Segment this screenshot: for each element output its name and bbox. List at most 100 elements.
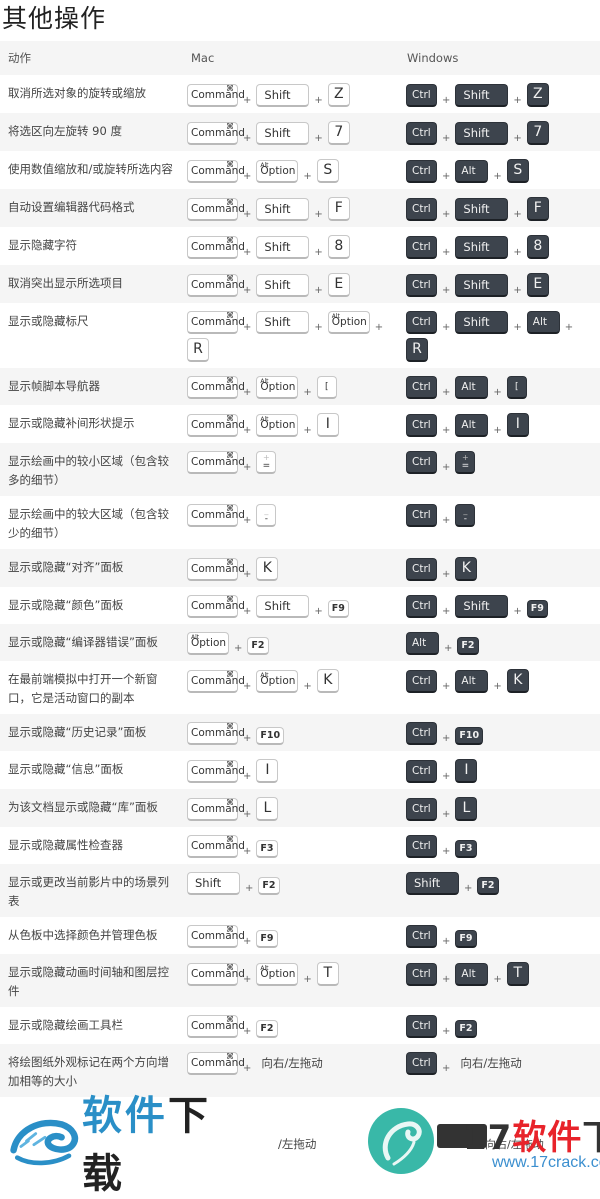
key-ctrl: Ctrl bbox=[406, 84, 437, 107]
key-label: Ctrl bbox=[412, 202, 431, 215]
mac-cell: ⌘ Command + Shift + E bbox=[183, 265, 399, 303]
command-icon: ⌘ bbox=[226, 798, 234, 807]
key-label: - bbox=[264, 514, 269, 524]
table-row: 显示或更改当前影片中的场景列表 Shift + F2 Shift + F2 bbox=[0, 864, 600, 917]
key-label: [ bbox=[325, 382, 329, 392]
key-ctrl: Ctrl bbox=[406, 274, 437, 297]
key-command: ⌘ Command bbox=[187, 558, 245, 581]
key-shift: Shift bbox=[455, 236, 509, 259]
win-shortcut: Ctrl + F10 bbox=[406, 722, 600, 745]
plus-separator: + bbox=[442, 95, 451, 106]
key-command: ⌘ Command bbox=[187, 1052, 245, 1075]
key-option: Alt Option bbox=[256, 414, 299, 437]
table-row: 使用数值缩放和/或旋转所选内容 ⌘ Command + Alt Option + S Ctrl +… bbox=[0, 151, 600, 189]
key-label: Ctrl bbox=[412, 164, 431, 177]
key-label: F2 bbox=[251, 640, 265, 651]
action-cell: 显示绘画中的较小区域（包含较多的细节） bbox=[8, 454, 169, 487]
key-ctrl: Ctrl bbox=[406, 595, 437, 618]
mac-cell: ⌘ Command + Alt Option + K bbox=[183, 661, 399, 714]
key-7: 7 bbox=[526, 121, 549, 145]
key-shift: Shift bbox=[256, 311, 310, 334]
key-label: Ctrl bbox=[412, 562, 431, 575]
key-command: ⌘ Command bbox=[187, 595, 245, 618]
key-label: Ctrl bbox=[412, 967, 431, 980]
table-row: 显示或隐藏补间形状提示 ⌘ Command + Alt Option + I Ctrl + Alt +… bbox=[0, 405, 600, 443]
win-shortcut: Ctrl + Alt + [ bbox=[406, 376, 600, 399]
key-command: ⌘ Command bbox=[187, 160, 245, 183]
win-shortcut: Ctrl + Shift + Alt + R bbox=[406, 311, 600, 362]
plus-separator: + bbox=[513, 133, 522, 144]
key-ctrl: Ctrl bbox=[406, 160, 437, 183]
key-label: Alt bbox=[461, 164, 476, 177]
watermark-right-number: 17 bbox=[463, 1118, 513, 1158]
key-r: R bbox=[187, 338, 209, 362]
mac-shortcut: ⌘ Command + Shift + E bbox=[187, 273, 399, 297]
key-ctrl: Ctrl bbox=[406, 760, 437, 783]
key-minus: _ - bbox=[256, 504, 277, 527]
key-command: ⌘ Command bbox=[187, 1015, 245, 1038]
key-ctrl: Ctrl bbox=[406, 798, 437, 821]
key-label: Ctrl bbox=[412, 126, 431, 139]
key-i: I bbox=[506, 413, 529, 437]
windows-cell: Ctrl + Shift + Z bbox=[399, 75, 600, 113]
key-label: Command bbox=[191, 126, 245, 139]
key-label: Command bbox=[191, 88, 245, 101]
key-label: Shift bbox=[264, 598, 291, 613]
key-label: R bbox=[412, 341, 422, 357]
command-icon: ⌘ bbox=[226, 963, 234, 972]
windows-cell: Ctrl + F10 bbox=[399, 714, 600, 751]
action-cell: 显示绘画中的较大区域（包含较少的细节） bbox=[8, 507, 169, 540]
action-cell: 显示或隐藏属性检查器 bbox=[8, 838, 123, 852]
key-k: K bbox=[506, 669, 529, 693]
key-command: ⌘ Command bbox=[187, 274, 245, 297]
command-icon: ⌘ bbox=[226, 925, 234, 934]
watermark-right-red: 软件 bbox=[512, 1118, 583, 1158]
table-row: 显示或隐藏“对齐”面板 ⌘ Command + K Ctrl + K bbox=[0, 549, 600, 587]
action-cell: 显示或更改当前影片中的场景列表 bbox=[8, 875, 169, 908]
key-shift: Shift bbox=[256, 274, 310, 297]
win-shortcut: Ctrl + _ - bbox=[406, 504, 600, 527]
key-label: Command bbox=[191, 202, 245, 215]
key-label: Ctrl bbox=[412, 929, 431, 942]
plus-separator: + bbox=[442, 606, 451, 617]
plus-separator: + bbox=[314, 133, 323, 144]
action-cell: 显示或隐藏“对齐”面板 bbox=[8, 560, 124, 574]
mac-cell: ⌘ Command + Shift + F bbox=[183, 189, 399, 227]
plus-separator: + bbox=[442, 247, 451, 258]
key-equals: + = bbox=[455, 451, 476, 474]
mac-shortcut: ⌘ Command + Alt Option + S bbox=[187, 159, 399, 183]
win-shortcut: Ctrl + F2 bbox=[406, 1015, 600, 1038]
win-shortcut: Ctrl + Alt + S bbox=[406, 159, 600, 183]
table-body: 取消所选对象的旋转或缩放 ⌘ Command + Shift + Z Ctrl + Shift + Z… bbox=[0, 75, 600, 1097]
key-label: Ctrl bbox=[412, 380, 431, 393]
key-label: Ctrl bbox=[412, 508, 431, 521]
key-command: ⌘ Command bbox=[187, 414, 245, 437]
windows-cell: Ctrl + 向右/左拖动 bbox=[399, 1044, 600, 1097]
plus-separator: + bbox=[442, 285, 451, 296]
windows-cell: Ctrl + Alt + [ bbox=[399, 368, 600, 405]
plus-separator: + bbox=[442, 569, 451, 580]
table-row: 显示或隐藏标尺 ⌘ Command + Shift + Alt Option + R Ctrl + Sh… bbox=[0, 303, 600, 368]
windows-cell: Ctrl + Shift +8 bbox=[399, 227, 600, 265]
key-label: I bbox=[325, 416, 330, 432]
windows-cell: Ctrl + Shift +7 bbox=[399, 113, 600, 151]
key-label: Command bbox=[191, 278, 245, 291]
key-label: L bbox=[462, 800, 471, 816]
key-label: Command bbox=[191, 455, 245, 468]
key-label: I bbox=[515, 416, 520, 432]
plus-separator: + bbox=[513, 606, 522, 617]
key-label: Ctrl bbox=[412, 802, 431, 815]
key-label: Ctrl bbox=[412, 315, 431, 328]
action-cell: 显示隐藏字符 bbox=[8, 238, 77, 252]
mac-cell: ⌘ Command + Alt Option +[ bbox=[183, 368, 399, 405]
key-label: Command bbox=[191, 1056, 245, 1069]
mac-cell: ⌘ Command + Shift +8 bbox=[183, 227, 399, 265]
key-ctrl: Ctrl bbox=[406, 1052, 437, 1075]
key-8: 8 bbox=[327, 235, 350, 259]
plus-separator: + bbox=[442, 846, 451, 857]
table-row: 自动设置编辑器代码格式 ⌘ Command + Shift + F Ctrl + Shift + F bbox=[0, 189, 600, 227]
key-label: F10 bbox=[459, 730, 480, 741]
mac-cell: ⌘ Command + + = bbox=[183, 443, 399, 496]
key-label: F3 bbox=[260, 843, 274, 854]
plus-separator: + bbox=[314, 606, 323, 617]
